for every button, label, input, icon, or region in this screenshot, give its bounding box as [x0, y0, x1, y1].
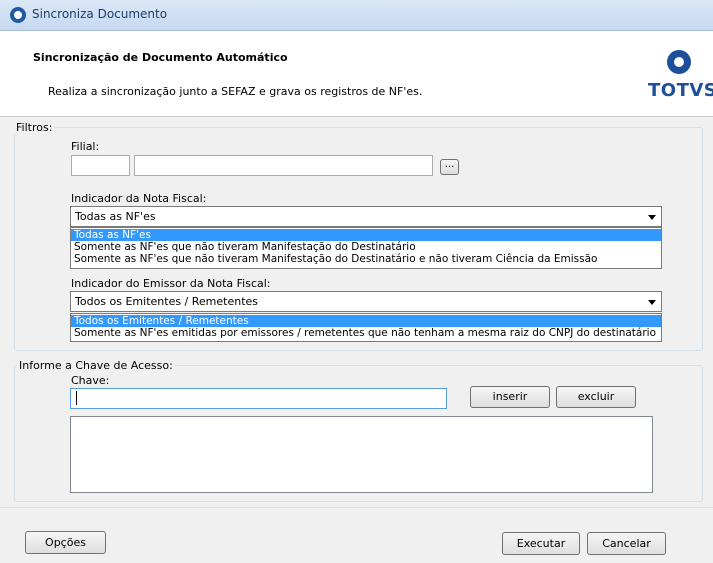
page-description: Realiza a sincronização junto a SEFAZ e …: [48, 85, 423, 98]
header-panel: [0, 31, 713, 117]
indicador-emissor-selected: Todos os Emitentes / Remetentes: [75, 295, 259, 308]
chave-legend: Informe a Chave de Acesso:: [17, 359, 175, 372]
totvs-logo-icon: [667, 50, 691, 74]
filial-name-input[interactable]: [134, 155, 433, 176]
text-caret: [76, 391, 77, 405]
filial-lookup-button[interactable]: ...: [440, 159, 459, 175]
indicador-nf-select[interactable]: Todas as NF'es: [70, 206, 662, 227]
options-button[interactable]: Opções: [25, 531, 106, 554]
chave-label: Chave:: [71, 374, 110, 387]
indicador-emissor-option[interactable]: Somente as NF'es emitidas por emissores …: [71, 327, 661, 339]
indicador-nf-selected: Todas as NF'es: [75, 210, 156, 223]
chave-input[interactable]: [70, 388, 447, 409]
filters-legend: Filtros:: [14, 121, 55, 134]
indicador-emissor-label: Indicador do Emissor da Nota Fiscal:: [71, 277, 271, 290]
cancel-button[interactable]: Cancelar: [587, 532, 666, 555]
indicador-nf-options: Todas as NF'es Somente as NF'es que não …: [70, 227, 662, 269]
indicador-emissor-option[interactable]: Todos os Emitentes / Remetentes: [71, 315, 661, 327]
indicador-nf-option[interactable]: Todas as NF'es: [71, 229, 661, 241]
app-icon: [10, 7, 26, 23]
chevron-down-icon: [648, 215, 656, 220]
indicador-emissor-select[interactable]: Todos os Emitentes / Remetentes: [70, 291, 662, 312]
chave-list[interactable]: [70, 416, 653, 493]
totvs-logo-text: TOTVS: [648, 80, 713, 101]
filial-code-input[interactable]: [71, 155, 130, 176]
execute-button[interactable]: Executar: [502, 532, 580, 555]
insert-button[interactable]: inserir: [470, 386, 550, 408]
indicador-emissor-options: Todos os Emitentes / Remetentes Somente …: [70, 313, 662, 342]
delete-button[interactable]: excluir: [556, 386, 636, 408]
filial-label: Filial:: [71, 140, 100, 153]
chevron-down-icon: [648, 300, 656, 305]
indicador-nf-label: Indicador da Nota Fiscal:: [71, 192, 207, 205]
indicador-nf-option[interactable]: Somente as NF'es que não tiveram Manifes…: [71, 253, 661, 265]
window-title: Sincroniza Documento: [32, 7, 168, 21]
indicador-nf-option[interactable]: Somente as NF'es que não tiveram Manifes…: [71, 241, 661, 253]
page-title: Sincronização de Documento Automático: [33, 51, 288, 64]
